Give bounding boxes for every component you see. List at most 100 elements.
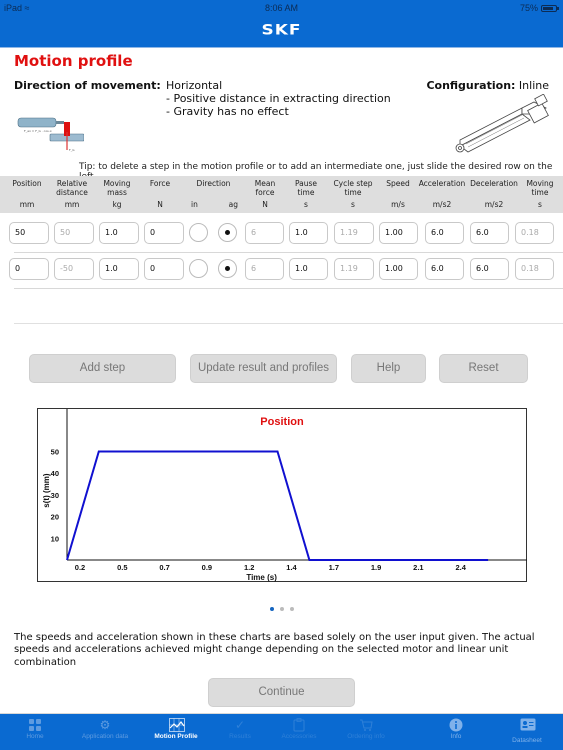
y-tick-label: 40 <box>51 469 59 478</box>
tab-accessories[interactable]: Accessories <box>268 714 330 750</box>
top-bar: iPad ≈ 8:06 AM 75% SKF <box>0 0 563 48</box>
col-unit: N <box>262 200 268 209</box>
tab-label: Accessories <box>281 733 317 740</box>
speed-input[interactable]: 1.00 <box>379 222 418 244</box>
clock: 8:06 AM <box>264 3 299 13</box>
tab-home[interactable]: Home <box>12 714 58 750</box>
col-name: Cycle step time <box>333 179 373 197</box>
section-divider <box>14 323 563 324</box>
col-pause-time: Pause time s <box>288 179 324 209</box>
col-name: Deceleration <box>470 179 518 188</box>
col-moving-mass: Moving mass kg <box>96 179 138 209</box>
col-direction: Direction in ag <box>186 179 241 209</box>
relative-distance-field: -50 <box>54 258 94 280</box>
col-unit: mm <box>64 200 80 209</box>
tab-motion-profile[interactable]: Motion Profile <box>145 714 207 750</box>
direction-ag-radio[interactable] <box>218 259 237 278</box>
direction-ag-radio[interactable] <box>218 223 237 242</box>
tab-bar: Home ⚙ Application data Motion Profile ✓… <box>0 713 563 750</box>
x-tick-label: 0.9 <box>202 563 212 572</box>
y-tick-label: 50 <box>51 448 59 457</box>
col-relative-distance: Relative distance mm <box>51 179 93 209</box>
page-dot[interactable] <box>279 607 284 611</box>
deceleration-input[interactable]: 6.0 <box>470 222 509 244</box>
direction-line: - Gravity has no effect <box>166 105 289 118</box>
cycle-step-time-field: 1.19 <box>334 222 374 244</box>
force-input[interactable]: 0 <box>144 258 184 280</box>
col-acceleration: Acceleration m/s2 <box>417 179 467 209</box>
x-tick-label: 1.4 <box>286 563 297 572</box>
col-deceleration: Deceleration m/s2 <box>469 179 519 209</box>
y-tick-label: 30 <box>51 491 59 500</box>
update-results-button[interactable]: Update result and profiles <box>190 354 337 383</box>
force-input[interactable]: 0 <box>144 222 184 244</box>
position-series-line <box>66 450 489 561</box>
tab-results[interactable]: ✓ Results <box>215 714 265 750</box>
col-unit: m/s2 <box>432 200 452 209</box>
continue-button[interactable]: Continue <box>208 678 355 707</box>
y-axis-label: s(t) (mm) <box>42 473 51 508</box>
help-button[interactable]: Help <box>351 354 426 383</box>
add-step-button[interactable]: Add step <box>29 354 176 383</box>
col-name: Moving time <box>526 179 554 197</box>
col-speed: Speed m/s <box>380 179 416 209</box>
tab-label: Motion Profile <box>154 733 198 740</box>
checkmark-icon: ✓ <box>234 718 246 732</box>
speed-input[interactable]: 1.00 <box>379 258 418 280</box>
deceleration-input[interactable]: 6.0 <box>470 258 509 280</box>
acceleration-input[interactable]: 6.0 <box>425 222 464 244</box>
direction-in-radio[interactable] <box>189 259 208 278</box>
table-row[interactable]: 50 50 1.0 0 6 1.0 1.19 1.00 6.0 6.0 0.18 <box>0 213 563 253</box>
configuration-label: Configuration: <box>426 79 516 92</box>
position-chart[interactable]: Position s(t) (mm) Time (s) 10 20 30 40 50 0… <box>37 408 527 582</box>
y-tick-label: 10 <box>51 534 59 543</box>
id-card-icon <box>520 718 536 732</box>
col-name: Pause time <box>294 179 318 197</box>
moving-mass-input[interactable]: 1.0 <box>99 258 139 280</box>
reset-button[interactable]: Reset <box>439 354 528 383</box>
chart-title: Position <box>260 416 304 428</box>
col-force: Force N <box>140 179 180 209</box>
tab-datasheet[interactable]: Datasheet <box>503 714 551 750</box>
table-header: Position mm Relative distance mm Moving ma… <box>0 176 563 213</box>
position-input[interactable]: 0 <box>9 258 49 280</box>
page-dot[interactable] <box>289 607 294 611</box>
col-cycle-step-time: Cycle step time s <box>330 179 376 209</box>
tab-info[interactable]: Info <box>436 714 476 750</box>
col-name: Acceleration <box>418 179 466 188</box>
tab-label: Results <box>229 733 251 740</box>
row-separator <box>14 288 563 289</box>
table-row[interactable]: 0 -50 1.0 0 6 1.0 1.19 1.00 6.0 6.0 0.18 <box>0 249 563 289</box>
col-moving-time: Moving time s <box>522 179 558 209</box>
page-indicator[interactable] <box>0 607 563 611</box>
col-unit-in: in <box>191 200 198 209</box>
col-unit: m/s2 <box>484 200 504 209</box>
pause-time-input[interactable]: 1.0 <box>289 222 328 244</box>
col-unit: N <box>157 200 163 209</box>
direction-in-radio[interactable] <box>189 223 208 242</box>
col-name: Force <box>149 179 171 188</box>
moving-time-field: 0.18 <box>515 222 554 244</box>
tab-application-data[interactable]: ⚙ Application data <box>70 714 140 750</box>
battery-percent: 75% <box>519 3 538 13</box>
col-name: Position <box>12 179 42 188</box>
battery-status: 75% <box>519 3 559 13</box>
col-name: Relative distance <box>56 179 88 197</box>
col-unit: kg <box>112 200 122 209</box>
x-tick-label: 1.7 <box>329 563 339 572</box>
direction-line: - Positive distance in extracting direct… <box>166 92 391 105</box>
page-dot[interactable] <box>269 607 274 611</box>
acceleration-input[interactable]: 6.0 <box>425 258 464 280</box>
svg-text:F_G: F_G <box>69 148 75 152</box>
tab-label: Ordering info <box>347 733 385 740</box>
x-tick-label: 0.7 <box>159 563 169 572</box>
tab-label: Info <box>450 733 462 740</box>
position-input[interactable]: 50 <box>9 222 49 244</box>
tab-ordering-info[interactable]: Ordering info <box>333 714 399 750</box>
moving-mass-input[interactable]: 1.0 <box>99 222 139 244</box>
tab-label: Application data <box>81 733 129 740</box>
x-tick-label: 0.5 <box>117 563 127 572</box>
relative-distance-field: 50 <box>54 222 94 244</box>
pause-time-input[interactable]: 1.0 <box>289 258 328 280</box>
col-unit-ag: ag <box>228 200 238 209</box>
